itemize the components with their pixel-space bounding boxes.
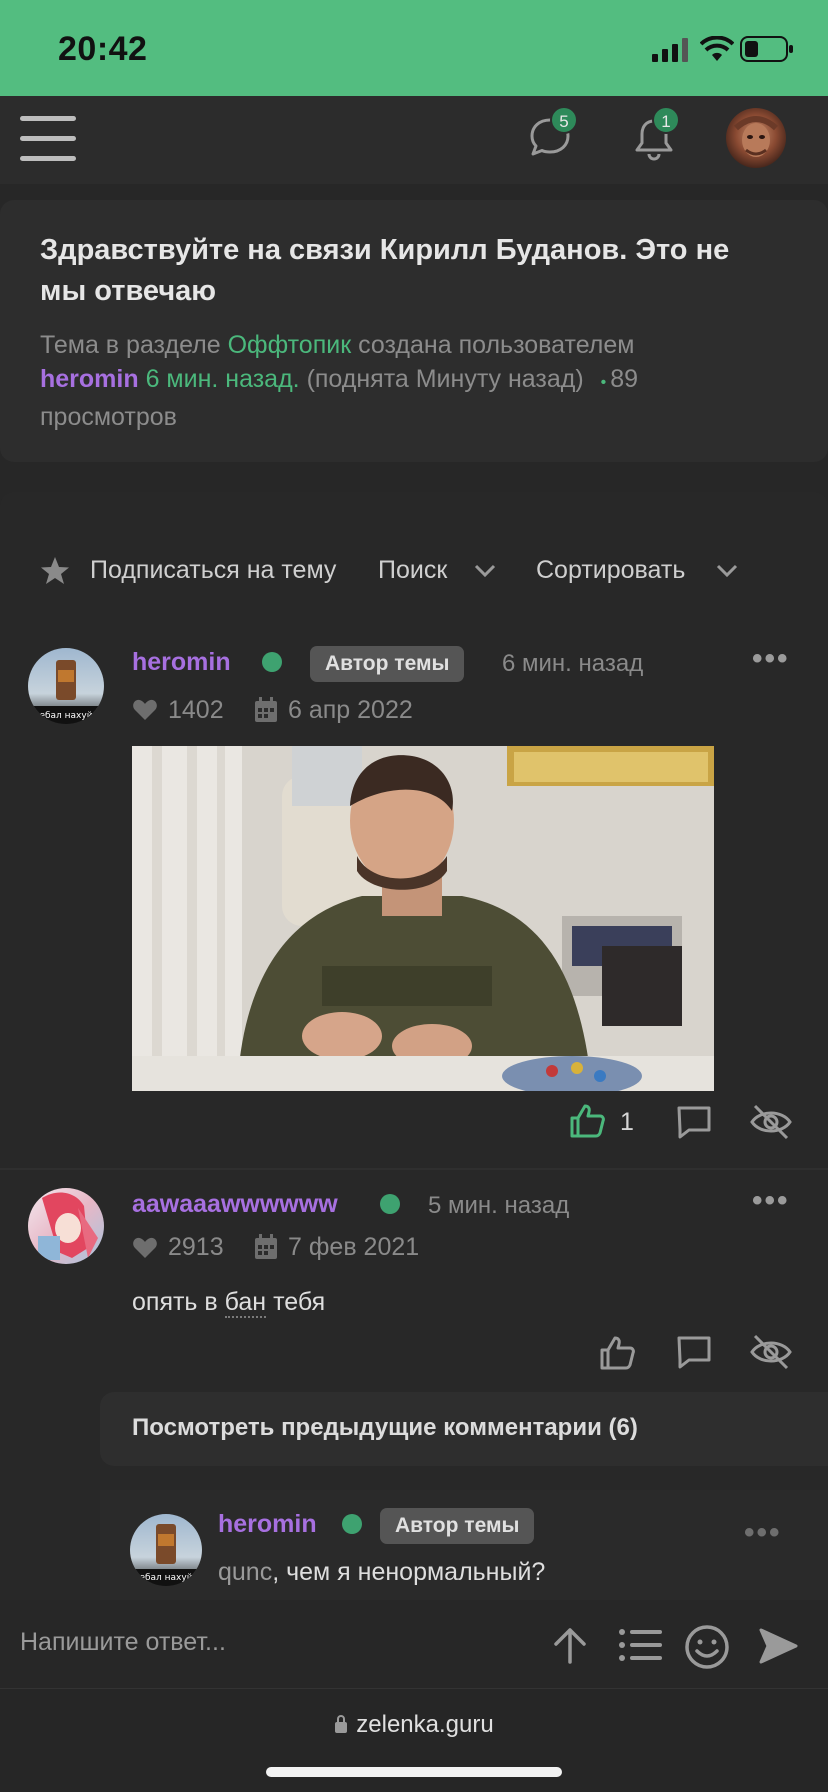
messages-button[interactable]: 5 [528,106,578,166]
chevron-down-icon [474,564,496,578]
user-likes: 2913 [168,1233,224,1261]
author-badge: Автор темы [380,1508,535,1544]
menu-icon[interactable] [20,116,76,162]
post-menu-button[interactable]: ••• [752,642,790,676]
post-like-count: 1 [620,1108,634,1136]
post-photo [132,746,714,1091]
list-icon[interactable] [618,1628,662,1662]
online-indicator [380,1194,400,1214]
calendar-icon [255,697,277,722]
post-time: 6 мин. назад [502,650,644,677]
calendar-icon [255,1234,277,1259]
topic-meta: Тема в разделе Оффтопик создана пользова… [40,328,780,434]
status-time: 20:42 [58,30,148,68]
comment-text: qunc, чем я ненормальный? [218,1558,545,1587]
battery-icon [740,36,793,62]
reply-input[interactable]: Напишите ответ... [20,1628,520,1664]
meta-dot: • [600,374,607,391]
meta-prefix: Тема в разделе [40,331,221,359]
topic-created-time: 6 мин. назад. [145,365,300,393]
avatar-image: ебал нахуй [28,660,104,724]
views-label: просмотров [40,403,177,431]
post-username[interactable]: heromin [132,648,231,677]
topic-author-link[interactable]: heromin [40,365,139,393]
online-indicator [342,1514,362,1534]
browser-bar: zelenka.guru [0,1688,828,1792]
user-likes: 1402 [168,696,224,724]
comment-body: , чем я ненормальный? [272,1558,546,1586]
heart-icon [133,1237,157,1258]
status-bar: 20:42 [0,0,828,96]
online-indicator [262,652,282,672]
user-reg-date: 6 апр 2022 [288,696,413,724]
arrow-up-icon[interactable] [552,1626,588,1664]
show-previous-comments[interactable]: Посмотреть предыдущие комментарии (6) [100,1392,828,1466]
smile-icon[interactable] [684,1624,730,1670]
user-avatar[interactable] [726,108,786,168]
post-username[interactable]: aawaaawwwwww [132,1190,338,1219]
comment-icon[interactable] [676,1104,712,1140]
avatar-image: ебал нахуй [130,1524,202,1586]
search-button[interactable]: Поиск [378,556,447,585]
lock-icon [335,1715,348,1733]
send-icon[interactable] [758,1626,798,1666]
chevron-down-icon [716,564,738,578]
avatar-image [38,1192,98,1260]
reply-bar: Напишите ответ... [0,1600,828,1688]
section-link[interactable]: Оффтопик [228,331,352,359]
url-text: zelenka.guru [356,1711,494,1738]
url-display[interactable]: zelenka.guru [0,1711,828,1739]
post-text-link[interactable]: бан [224,1288,267,1318]
messages-badge: 5 [550,106,578,134]
avatar-image [733,116,779,157]
post-divider [0,1168,828,1170]
views-count: 89 [610,365,639,393]
wifi-icon [700,36,734,61]
alerts-badge: 1 [652,106,680,134]
post-text-part: тебя [273,1288,326,1316]
signal-icon [652,38,688,62]
show-previous-label: Посмотреть предыдущие комментарии (6) [132,1414,638,1441]
star-icon[interactable] [40,556,70,586]
user-reg-date: 7 фев 2021 [288,1233,420,1261]
home-indicator[interactable] [266,1767,562,1777]
comment-mention[interactable]: qunc [218,1558,272,1586]
post-avatar[interactable] [28,1188,104,1264]
post-text: опять в бан тебя [132,1288,326,1318]
post-text-part: опять в [132,1288,218,1316]
subscribe-button[interactable]: Подписаться на тему [90,556,336,585]
topic-bumped: (поднята Минуту назад) [306,365,584,393]
like-icon[interactable] [598,1334,636,1372]
top-nav: 5 1 [0,96,828,184]
hide-icon[interactable] [750,1104,792,1140]
like-icon[interactable] [568,1102,606,1140]
heart-icon [133,699,157,720]
comment-icon[interactable] [676,1334,712,1370]
topic-title: Здравствуйте на связи Кирилл Буданов. Эт… [40,234,730,307]
post-avatar[interactable]: ебал нахуй [28,648,104,724]
comment-username[interactable]: heromin [218,1510,317,1539]
hide-icon[interactable] [750,1334,792,1370]
comment-menu-button[interactable]: ••• [744,1516,782,1550]
alerts-button[interactable]: 1 [632,106,682,166]
comment-avatar[interactable]: ебал нахуй [130,1514,202,1586]
post-time: 5 мин. назад [428,1192,570,1219]
post-menu-button[interactable]: ••• [752,1184,790,1218]
sort-button[interactable]: Сортировать [536,556,685,585]
post-image[interactable] [132,746,714,1091]
meta-created: создана пользователем [358,331,635,359]
author-badge: Автор темы [310,646,465,682]
